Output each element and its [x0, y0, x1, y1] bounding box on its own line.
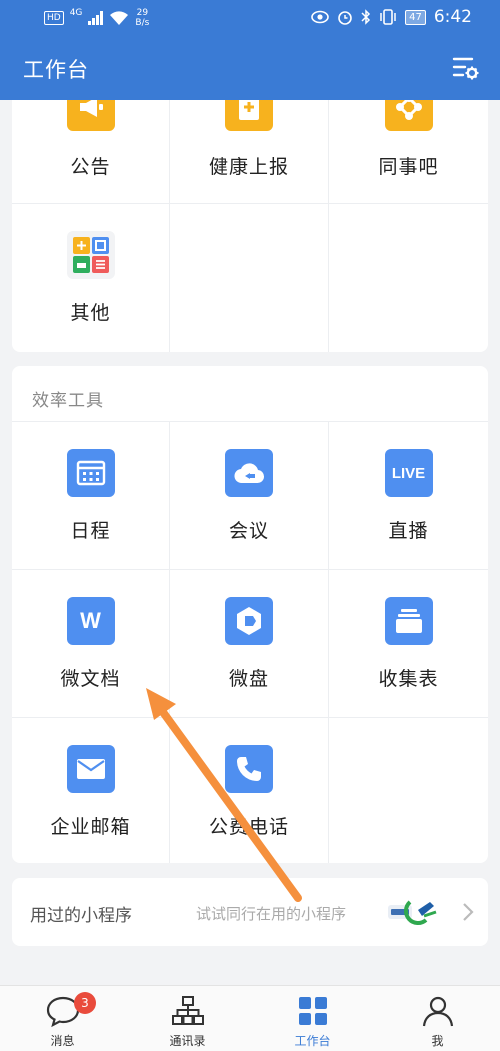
unread-badge: 3 — [74, 992, 96, 1014]
bottom-navigation: 3 消息 通讯录 工作台 我 — [0, 985, 500, 1051]
status-time: 6:42 — [433, 7, 472, 27]
app-live[interactable]: LIVE 直播 — [329, 422, 488, 570]
tab-workbench[interactable]: 工作台 — [250, 986, 375, 1051]
app-announcement[interactable]: 公告 — [12, 100, 170, 204]
mini-programs-title: 用过的小程序 — [30, 906, 132, 926]
section-title: 效率工具 — [32, 391, 104, 411]
workbench-grid-icon — [298, 997, 327, 1025]
app-public-phone[interactable]: 公费电话 — [170, 718, 329, 863]
eye-icon — [311, 10, 329, 24]
tab-messages[interactable]: 3 消息 — [0, 986, 125, 1051]
calendar-icon — [66, 449, 115, 497]
app-health-report[interactable]: 健康上报 — [170, 100, 329, 204]
other-apps-icon — [66, 231, 115, 279]
app-enterprise-mail[interactable]: 企业邮箱 — [12, 718, 170, 863]
cloud-meeting-icon — [225, 449, 273, 497]
signal-icon — [88, 11, 104, 25]
alarm-icon — [338, 11, 352, 25]
app-meeting[interactable]: 会议 — [170, 422, 329, 570]
network-type: 4G — [69, 8, 83, 18]
app-label: 微盘 — [228, 668, 269, 690]
vibrate-icon — [380, 9, 396, 25]
tab-me[interactable]: 我 — [375, 986, 500, 1051]
mini-program-logo-icon — [388, 900, 437, 926]
app-label: 企业邮箱 — [50, 816, 131, 838]
app-label: 公告 — [70, 156, 111, 178]
drive-icon — [225, 597, 273, 645]
megaphone-icon — [66, 100, 115, 131]
app-label: 直播 — [388, 520, 429, 542]
mail-icon — [66, 745, 115, 793]
empty-cell — [170, 204, 329, 352]
app-label: 同事吧 — [378, 156, 439, 178]
nav-label: 我 — [431, 1034, 444, 1048]
app-collect-form[interactable]: 收集表 — [329, 570, 488, 718]
nav-label: 消息 — [50, 1034, 75, 1048]
app-weidoc[interactable]: W 微文档 — [12, 570, 170, 718]
app-label: 健康上报 — [208, 156, 289, 178]
app-schedule[interactable]: 日程 — [12, 422, 170, 570]
app-label: 收集表 — [378, 668, 439, 690]
hd-indicator: HD — [44, 11, 64, 25]
person-icon — [422, 996, 453, 1027]
nav-label: 通讯录 — [169, 1034, 206, 1048]
health-report-icon — [225, 100, 273, 131]
bluetooth-icon — [361, 9, 371, 25]
empty-cell — [329, 204, 488, 352]
app-weidrive[interactable]: 微盘 — [170, 570, 329, 718]
app-label: 微文档 — [60, 668, 121, 690]
document-w-icon: W — [66, 597, 115, 645]
page-title: 工作台 — [23, 58, 89, 82]
app-label: 公费电话 — [208, 816, 289, 838]
phone-icon — [225, 745, 273, 793]
battery-indicator: 47 — [405, 9, 426, 25]
status-bar: HD 4G 29 B/s 47 6:42 — [0, 0, 500, 36]
app-colleague-forum[interactable]: 同事吧 — [329, 100, 488, 204]
org-chart-icon — [171, 996, 204, 1025]
settings-sliders-icon[interactable] — [452, 55, 480, 81]
nav-label: 工作台 — [294, 1034, 331, 1048]
colleague-network-icon — [384, 100, 433, 131]
collect-form-icon — [384, 597, 433, 645]
empty-cell — [329, 718, 488, 863]
app-label: 日程 — [70, 520, 111, 542]
top-bar: HD 4G 29 B/s 47 6:42 工作台 — [0, 0, 500, 100]
mini-programs-row[interactable]: 用过的小程序 试试同行在用的小程序 — [12, 878, 488, 946]
mini-programs-hint: 试试同行在用的小程序 — [196, 905, 347, 923]
chevron-right-icon — [463, 903, 474, 921]
tab-contacts[interactable]: 通讯录 — [125, 986, 250, 1051]
efficiency-tools-card: 效率工具 日程 会议 LIVE 直播 W 微文档 微盘 收集表 企业邮箱 公费电… — [12, 366, 488, 863]
live-icon: LIVE — [384, 449, 433, 497]
net-speed: 29 B/s — [135, 8, 150, 28]
app-label: 其他 — [70, 302, 111, 324]
app-other[interactable]: 其他 — [12, 204, 170, 352]
apps-card: 公告 健康上报 同事吧 其他 — [12, 100, 488, 352]
app-label: 会议 — [228, 520, 269, 542]
wifi-icon — [110, 11, 129, 25]
